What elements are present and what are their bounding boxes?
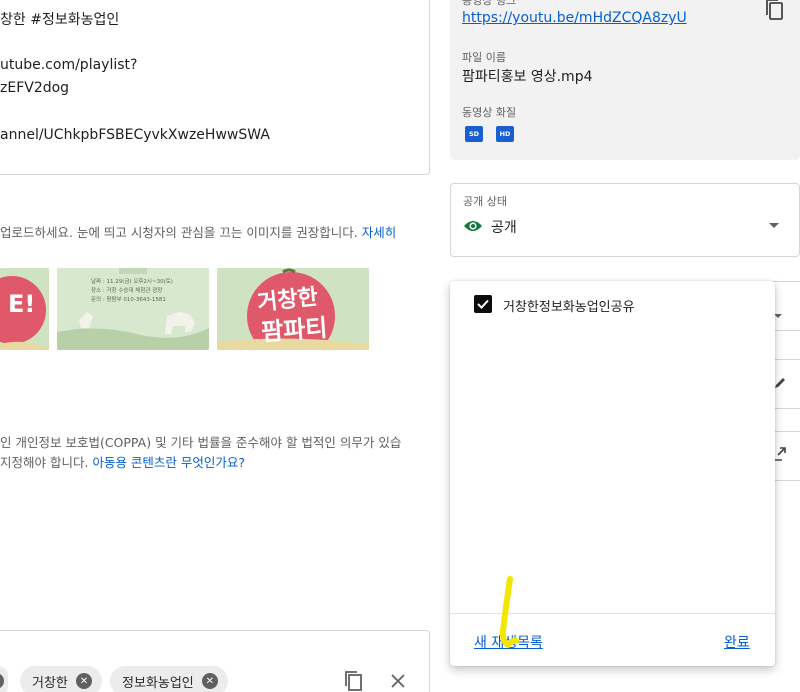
tag-chip: 거창한 ✕ bbox=[20, 666, 102, 692]
visibility-value: 공개 bbox=[491, 220, 517, 236]
copy-icon[interactable] bbox=[762, 0, 786, 22]
chevron-down-icon bbox=[774, 305, 782, 318]
pencil-icon[interactable] bbox=[774, 374, 786, 388]
video-link[interactable]: https://youtu.be/mHdZCQA8zyU bbox=[462, 10, 687, 26]
description-line-2: utube.com/playlist? bbox=[0, 57, 138, 73]
copy-tags-icon[interactable] bbox=[342, 669, 366, 692]
sd-quality-badge: SD bbox=[465, 126, 483, 142]
tag-label: 거창한 bbox=[32, 675, 68, 691]
thumbnail-option-3[interactable]: 거창한 팜파티 bbox=[217, 268, 369, 350]
video-link-label: 동영상 링크 bbox=[462, 0, 517, 7]
clear-tags-icon[interactable] bbox=[388, 671, 408, 691]
thumbnail-1-text: E! bbox=[8, 290, 36, 318]
tag-remove-icon[interactable]: ✕ bbox=[201, 673, 218, 689]
thumbnail-option-1[interactable]: E! bbox=[0, 268, 49, 350]
thumbnail-3-title-bottom: 팜파티 bbox=[260, 313, 329, 347]
thumbnail-2-info: 날짜 : 11.29(금) 오후2시~30(토) 장소 : 거창 수승대 체험관… bbox=[91, 279, 173, 303]
annotation-arrow bbox=[490, 575, 530, 659]
visibility-label: 공개 상태 bbox=[463, 195, 507, 208]
hd-quality-badge: HD bbox=[496, 126, 514, 142]
tag-remove-icon[interactable] bbox=[0, 673, 4, 689]
kids-content-link[interactable]: 아동용 콘텐츠란 무엇인가요? bbox=[92, 455, 245, 470]
tag-chip: 정보화농업인 ✕ bbox=[110, 666, 228, 692]
quality-label: 동영상 화질 bbox=[462, 106, 517, 119]
tag-remove-icon[interactable]: ✕ bbox=[75, 673, 92, 689]
filename-value: 팜파티홍보 영상.mp4 bbox=[462, 69, 593, 85]
description-line-3: zEFV2dog bbox=[0, 80, 70, 96]
tag-label: 정보화농업인 bbox=[122, 675, 194, 691]
description-line-4: annel/UChkpbFSBECyvkXwzeHwwSWA bbox=[0, 127, 270, 143]
dropdown-arrow-icon bbox=[768, 215, 780, 228]
thumbnail-hint: 업로드하세요. 눈에 띄고 시청자의 관심을 끄는 이미지를 권장합니다. 자세… bbox=[0, 222, 396, 241]
learn-more-link[interactable]: 자세히 bbox=[362, 225, 397, 240]
description-line-1: 창한 #정보화농업인 bbox=[0, 12, 120, 28]
playlist-item-label[interactable]: 거창한정보화농업인공유 bbox=[503, 296, 635, 315]
eye-icon bbox=[463, 218, 483, 234]
coppa-text-line-2-text: 지정해야 합니다. bbox=[0, 455, 89, 470]
thumbnail-hint-text: 업로드하세요. 눈에 띄고 시청자의 관심을 끄는 이미지를 권장합니다. bbox=[0, 225, 358, 240]
filename-label: 파일 이름 bbox=[462, 51, 506, 64]
coppa-text-line-1: 인 개인정보 보호법(COPPA) 및 기타 법률을 준수해야 할 법적인 의무… bbox=[0, 435, 402, 450]
checkbox-checked-icon[interactable] bbox=[474, 295, 492, 313]
coppa-text-line-2: 지정해야 합니다. 아동용 콘텐츠란 무엇인가요? bbox=[0, 452, 245, 471]
done-button[interactable]: 완료 bbox=[724, 632, 750, 652]
thumbnail-option-2[interactable]: 날짜 : 11.29(금) 오후2시~30(토) 장소 : 거창 수승대 체험관… bbox=[57, 268, 209, 350]
